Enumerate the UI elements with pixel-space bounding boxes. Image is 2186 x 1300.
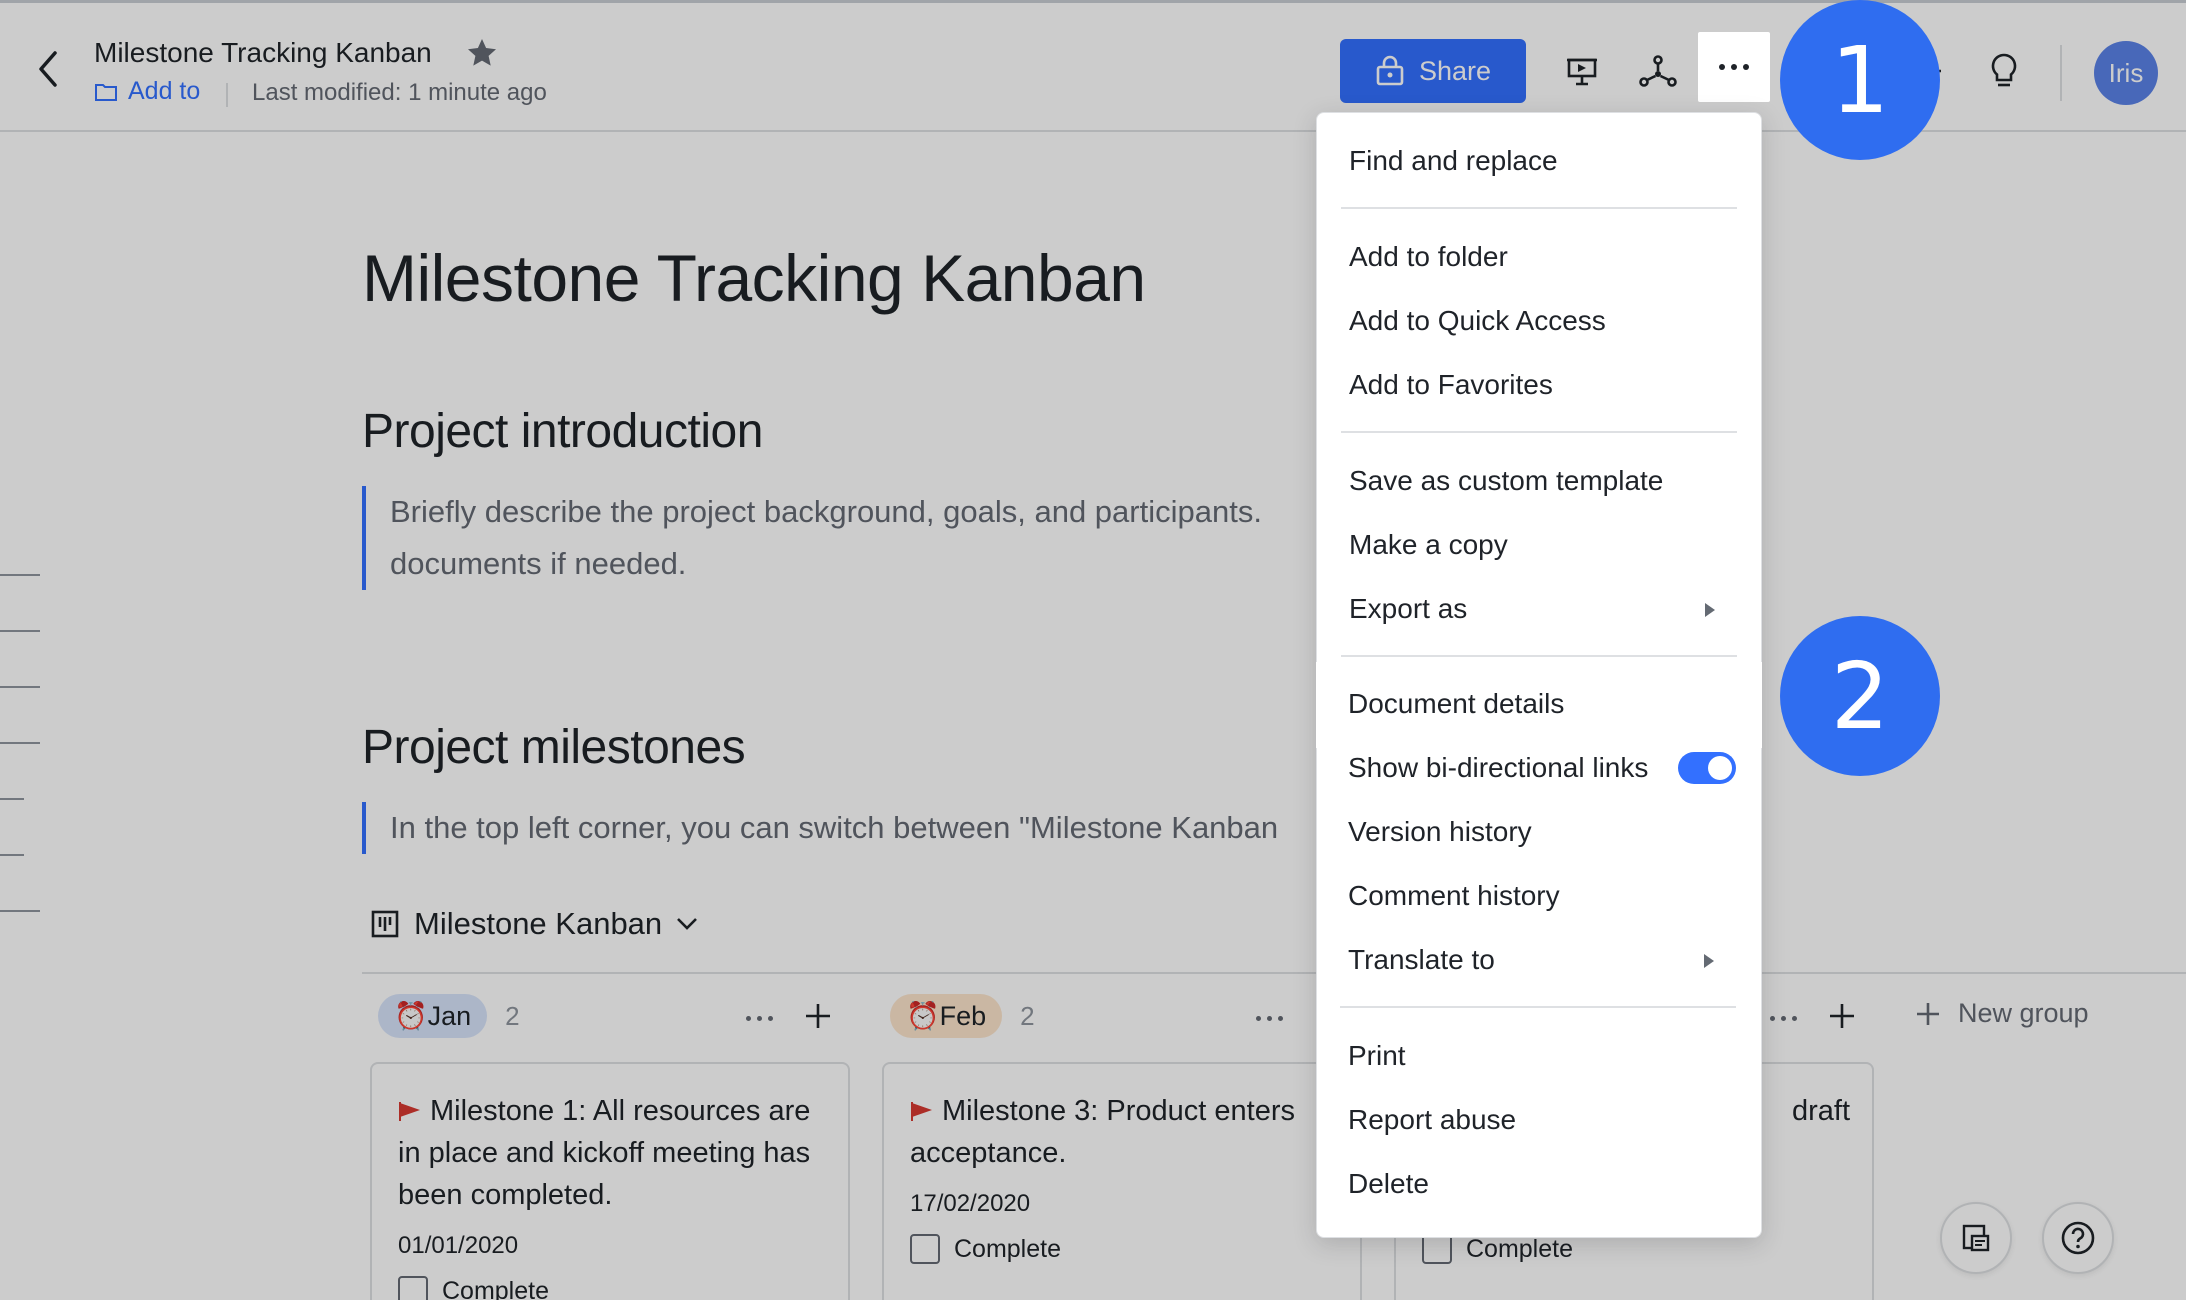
intro-quote-line2: documents if needed. — [390, 546, 687, 581]
add-card-jan-icon[interactable] — [798, 996, 838, 1036]
menu-item-report-abuse[interactable]: Report abuse — [1316, 1088, 1760, 1152]
group-count-feb: 2 — [1020, 1000, 1035, 1031]
plus-icon — [1917, 1002, 1939, 1025]
toggle-knob — [1708, 756, 1732, 780]
bidirectional-links-toggle[interactable] — [1678, 752, 1736, 784]
help-icon — [2061, 1221, 2095, 1255]
kanban-card[interactable]: Milestone 1: All resources are in place … — [370, 1062, 850, 1300]
card-title-text: Milestone 1: All resources are in place … — [398, 1095, 811, 1211]
group-header-feb: ⏰Feb 2 — [890, 994, 1035, 1038]
card-complete[interactable]: Complete — [1422, 1234, 1846, 1264]
more-button-highlight[interactable] — [1698, 32, 1770, 102]
add-to-folder-link[interactable]: Add to — [94, 77, 200, 106]
star-icon[interactable] — [466, 37, 498, 69]
milestones-quote: In the top left corner, you can switch b… — [362, 802, 1322, 854]
add-to-label: Add to — [128, 77, 201, 105]
heading-project-milestones: Project milestones — [362, 721, 746, 774]
user-avatar[interactable]: Iris — [2094, 41, 2158, 105]
complete-checkbox[interactable] — [398, 1276, 428, 1300]
intro-quote: Briefly describe the project background,… — [362, 486, 1322, 590]
menu-item-translate-to[interactable]: Translate to — [1316, 928, 1760, 992]
menu-item-version-history[interactable]: Version history — [1316, 800, 1760, 864]
group-more-feb[interactable] — [1256, 1016, 1283, 1021]
tips-button[interactable] — [1982, 49, 2026, 93]
doc-title: Milestone Tracking Kanban — [94, 37, 432, 68]
add-card-mar-icon[interactable] — [1822, 996, 1862, 1036]
kanban-view-switcher[interactable]: Milestone Kanban — [370, 906, 698, 942]
kanban-card[interactable]: Milestone 3: Product enters acceptance. … — [882, 1062, 1362, 1300]
translate-to-label: Translate to — [1348, 944, 1495, 975]
complete-label: Complete — [954, 1234, 1061, 1263]
lightbulb-icon — [1991, 53, 2017, 87]
complete-label: Complete — [1466, 1234, 1573, 1263]
group-more-mar[interactable] — [1770, 1016, 1797, 1021]
group-tag-feb[interactable]: ⏰Feb — [890, 994, 1003, 1038]
card-date: 17/02/2020 — [910, 1190, 1031, 1217]
bidirectional-links-label: Show bi-directional links — [1348, 752, 1649, 783]
header-divider — [2060, 45, 2062, 101]
new-group-label: New group — [1958, 998, 2089, 1028]
menu-item-delete[interactable]: Delete — [1316, 1152, 1760, 1216]
menu-item-comment-history[interactable]: Comment history — [1316, 864, 1760, 928]
menu-item-document-details[interactable]: Document details — [1316, 672, 1760, 736]
card-title-text: draft — [1792, 1095, 1851, 1127]
document-title: Milestone Tracking Kanban — [362, 241, 1146, 315]
document-outline-button[interactable] — [1940, 1202, 2012, 1274]
back-button[interactable] — [30, 47, 66, 91]
outline-icon — [1962, 1224, 1990, 1252]
intro-quote-line1: Briefly describe the project background,… — [390, 494, 1262, 529]
lock-icon — [1376, 55, 1404, 86]
kanban-icon — [371, 910, 399, 938]
chevron-left-icon — [39, 51, 57, 87]
caret-right-icon — [1704, 954, 1714, 968]
app-window: Milestone Tracking Kanban Add to Last mo… — [0, 0, 2186, 1300]
presentation-button[interactable] — [1560, 49, 1604, 93]
card-date: 01/01/2020 — [398, 1232, 519, 1259]
heading-project-introduction: Project introduction — [362, 405, 763, 458]
menu-item-bidirectional-links[interactable]: Show bi-directional links — [1316, 736, 1760, 800]
step-badge-1: 1 — [1780, 0, 1940, 160]
milestones-quote-text: In the top left corner, you can switch b… — [390, 810, 1279, 845]
share-button[interactable]: Share — [1340, 39, 1526, 103]
menu-separator — [1340, 1006, 1736, 1008]
folder-icon — [95, 83, 117, 101]
network-icon — [1639, 55, 1677, 87]
card-complete[interactable]: Complete — [910, 1234, 1334, 1264]
meta-separator — [226, 83, 228, 107]
help-button[interactable] — [2042, 1202, 2114, 1274]
presentation-icon — [1567, 58, 1597, 86]
kanban-divider — [362, 972, 2186, 974]
card-title: Milestone 1: All resources are in place … — [398, 1090, 822, 1216]
card-title: Milestone 3: Product enters acceptance. — [910, 1090, 1334, 1174]
outline-indicator[interactable] — [0, 574, 40, 966]
group-tag-jan[interactable]: ⏰Jan — [378, 994, 488, 1038]
more-menu-lower: Document details Show bi-directional lin… — [1316, 112, 1762, 1238]
new-group-button[interactable]: New group — [1914, 998, 2089, 1029]
complete-checkbox[interactable] — [1422, 1234, 1452, 1264]
complete-checkbox[interactable] — [910, 1234, 940, 1264]
flag-icon — [399, 1102, 420, 1121]
step-badge-2: 2 — [1780, 616, 1940, 776]
last-modified: Last modified: 1 minute ago — [252, 79, 547, 106]
card-complete[interactable]: Complete — [398, 1276, 822, 1300]
mindmap-button[interactable] — [1636, 49, 1680, 93]
share-label: Share — [1418, 55, 1492, 86]
group-header-jan: ⏰Jan 2 — [378, 994, 520, 1038]
card-title-text: Milestone 3: Product enters acceptance. — [910, 1095, 1296, 1169]
menu-item-print[interactable]: Print — [1316, 1024, 1760, 1088]
kanban-view-label: Milestone Kanban — [414, 906, 663, 941]
complete-label: Complete — [442, 1276, 549, 1300]
flag-icon — [911, 1102, 932, 1121]
group-more-jan[interactable] — [746, 1016, 773, 1021]
chevron-down-icon — [677, 918, 698, 930]
group-count-jan: 2 — [505, 1000, 520, 1031]
